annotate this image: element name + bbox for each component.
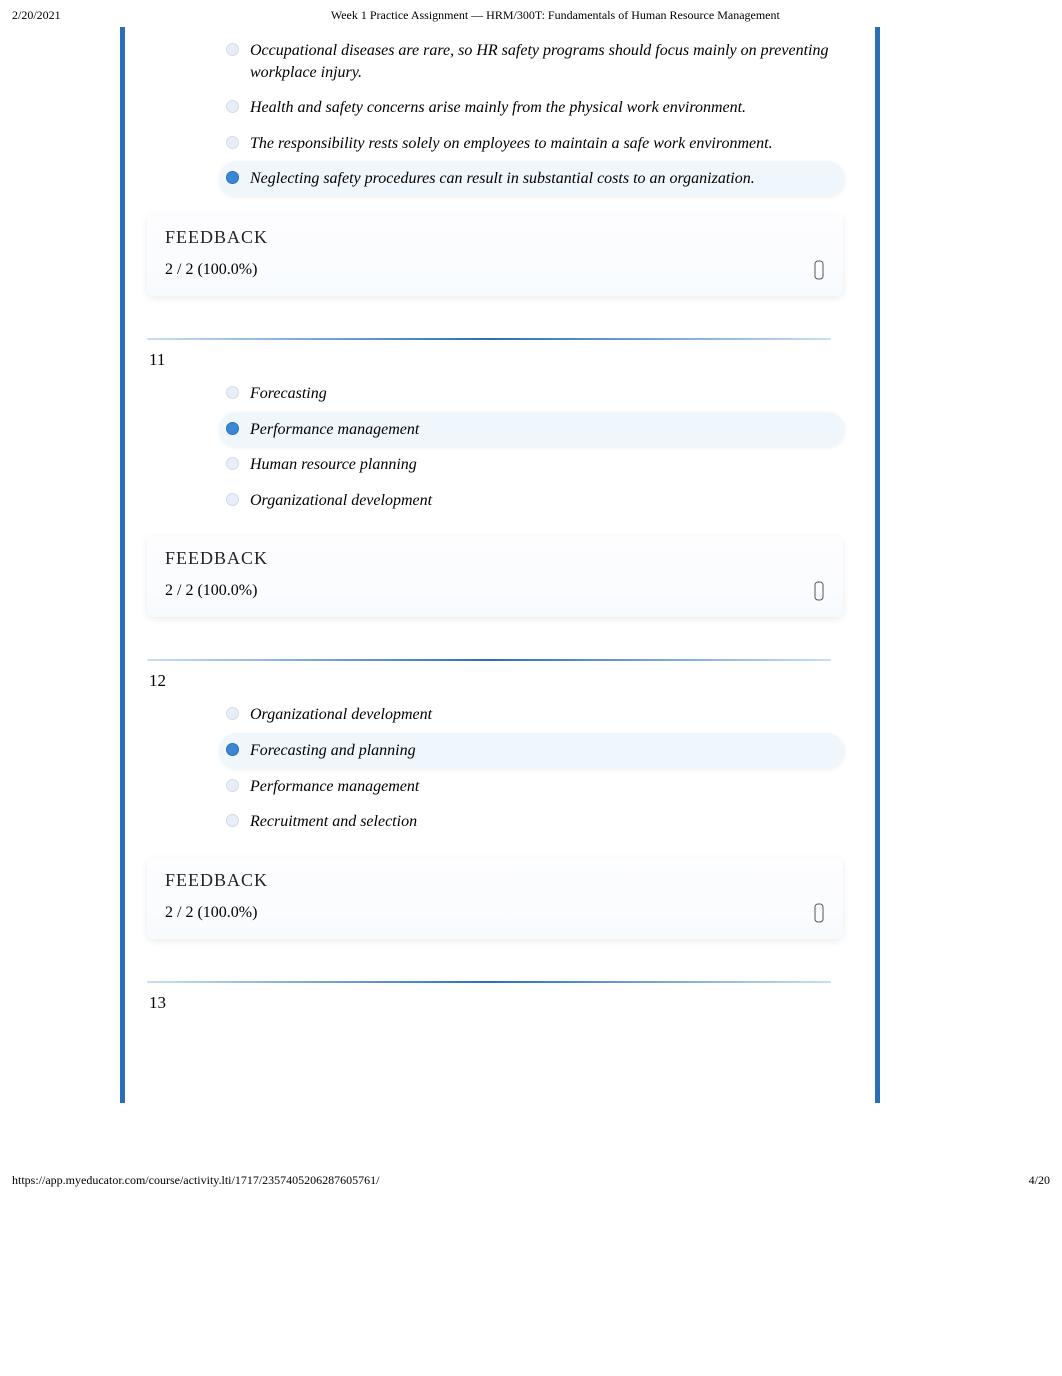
radio-unchecked-icon [225,42,240,57]
page-footer: https://app.myeducator.com/course/activi… [0,1143,1062,1198]
radio-unchecked-icon [225,456,240,471]
header-date: 2/20/2021 [12,8,61,23]
expand-icon[interactable] [813,260,825,280]
option-row[interactable]: Organizational development [219,483,845,519]
radio-unchecked-icon [225,492,240,507]
option-text: Occupational diseases are rare, so HR sa… [250,40,835,83]
footer-page-number: 4/20 [1029,1173,1050,1188]
question-12-options: Organizational development Forecasting a… [219,691,845,839]
option-text: Forecasting and planning [250,740,835,762]
question-12-block: 12 Organizational development Forecastin… [125,661,853,982]
option-text: Organizational development [250,704,835,726]
feedback-card: FEEDBACK 2 / 2 (100.0%) [147,858,843,939]
option-text: Health and safety concerns arise mainly … [250,97,835,119]
feedback-row: 2 / 2 (100.0%) [165,581,825,601]
radio-unchecked-icon [225,99,240,114]
feedback-heading: FEEDBACK [165,870,825,891]
expand-icon[interactable] [813,903,825,923]
assessment-content: Occupational diseases are rare, so HR sa… [120,27,880,1103]
feedback-score: 2 / 2 (100.0%) [165,904,257,922]
radio-unchecked-icon [225,778,240,793]
option-text: Organizational development [250,490,835,512]
feedback-heading: FEEDBACK [165,227,825,248]
option-row[interactable]: Performance management [219,769,845,805]
feedback-card: FEEDBACK 2 / 2 (100.0%) [147,215,843,296]
radio-unchecked-icon [225,706,240,721]
option-row[interactable]: Organizational development [219,697,845,733]
option-text: Performance management [250,419,835,441]
feedback-score: 2 / 2 (100.0%) [165,261,257,279]
header-title: Week 1 Practice Assignment — HRM/300T: F… [61,8,1050,23]
option-row[interactable]: Human resource planning [219,447,845,483]
question-11-options: Forecasting Performance management Human… [219,370,845,518]
question-number: 11 [125,340,853,370]
option-text: Human resource planning [250,454,835,476]
option-text: Forecasting [250,383,835,405]
option-row[interactable]: Recruitment and selection [219,804,845,840]
footer-url: https://app.myeducator.com/course/activi… [12,1173,380,1188]
option-text: Recruitment and selection [250,811,835,833]
option-row[interactable]: Occupational diseases are rare, so HR sa… [219,33,845,90]
feedback-row: 2 / 2 (100.0%) [165,903,825,923]
feedback-row: 2 / 2 (100.0%) [165,260,825,280]
option-row[interactable]: Health and safety concerns arise mainly … [219,90,845,126]
page-header: 2/20/2021 Week 1 Practice Assignment — H… [0,0,1062,27]
radio-checked-icon [225,170,240,185]
option-row-selected[interactable]: Forecasting and planning [219,733,845,769]
question-11-block: 11 Forecasting Performance management Hu… [125,340,853,661]
option-row[interactable]: The responsibility rests solely on emplo… [219,126,845,162]
option-row[interactable]: Forecasting [219,376,845,412]
expand-icon[interactable] [813,581,825,601]
question-10-options: Occupational diseases are rare, so HR sa… [219,27,845,197]
option-row-selected[interactable]: Neglecting safety procedures can result … [219,161,845,197]
question-number: 12 [125,661,853,691]
question-13-block: 13 [125,983,853,1103]
radio-checked-icon [225,421,240,436]
radio-unchecked-icon [225,813,240,828]
question-number: 13 [125,983,853,1013]
feedback-card: FEEDBACK 2 / 2 (100.0%) [147,536,843,617]
feedback-heading: FEEDBACK [165,548,825,569]
radio-unchecked-icon [225,135,240,150]
option-text: Neglecting safety procedures can result … [250,168,835,190]
option-text: The responsibility rests solely on emplo… [250,133,835,155]
question-10-block: Occupational diseases are rare, so HR sa… [125,27,853,340]
radio-unchecked-icon [225,385,240,400]
option-text: Performance management [250,776,835,798]
feedback-score: 2 / 2 (100.0%) [165,582,257,600]
option-row-selected[interactable]: Performance management [219,412,845,448]
radio-checked-icon [225,742,240,757]
